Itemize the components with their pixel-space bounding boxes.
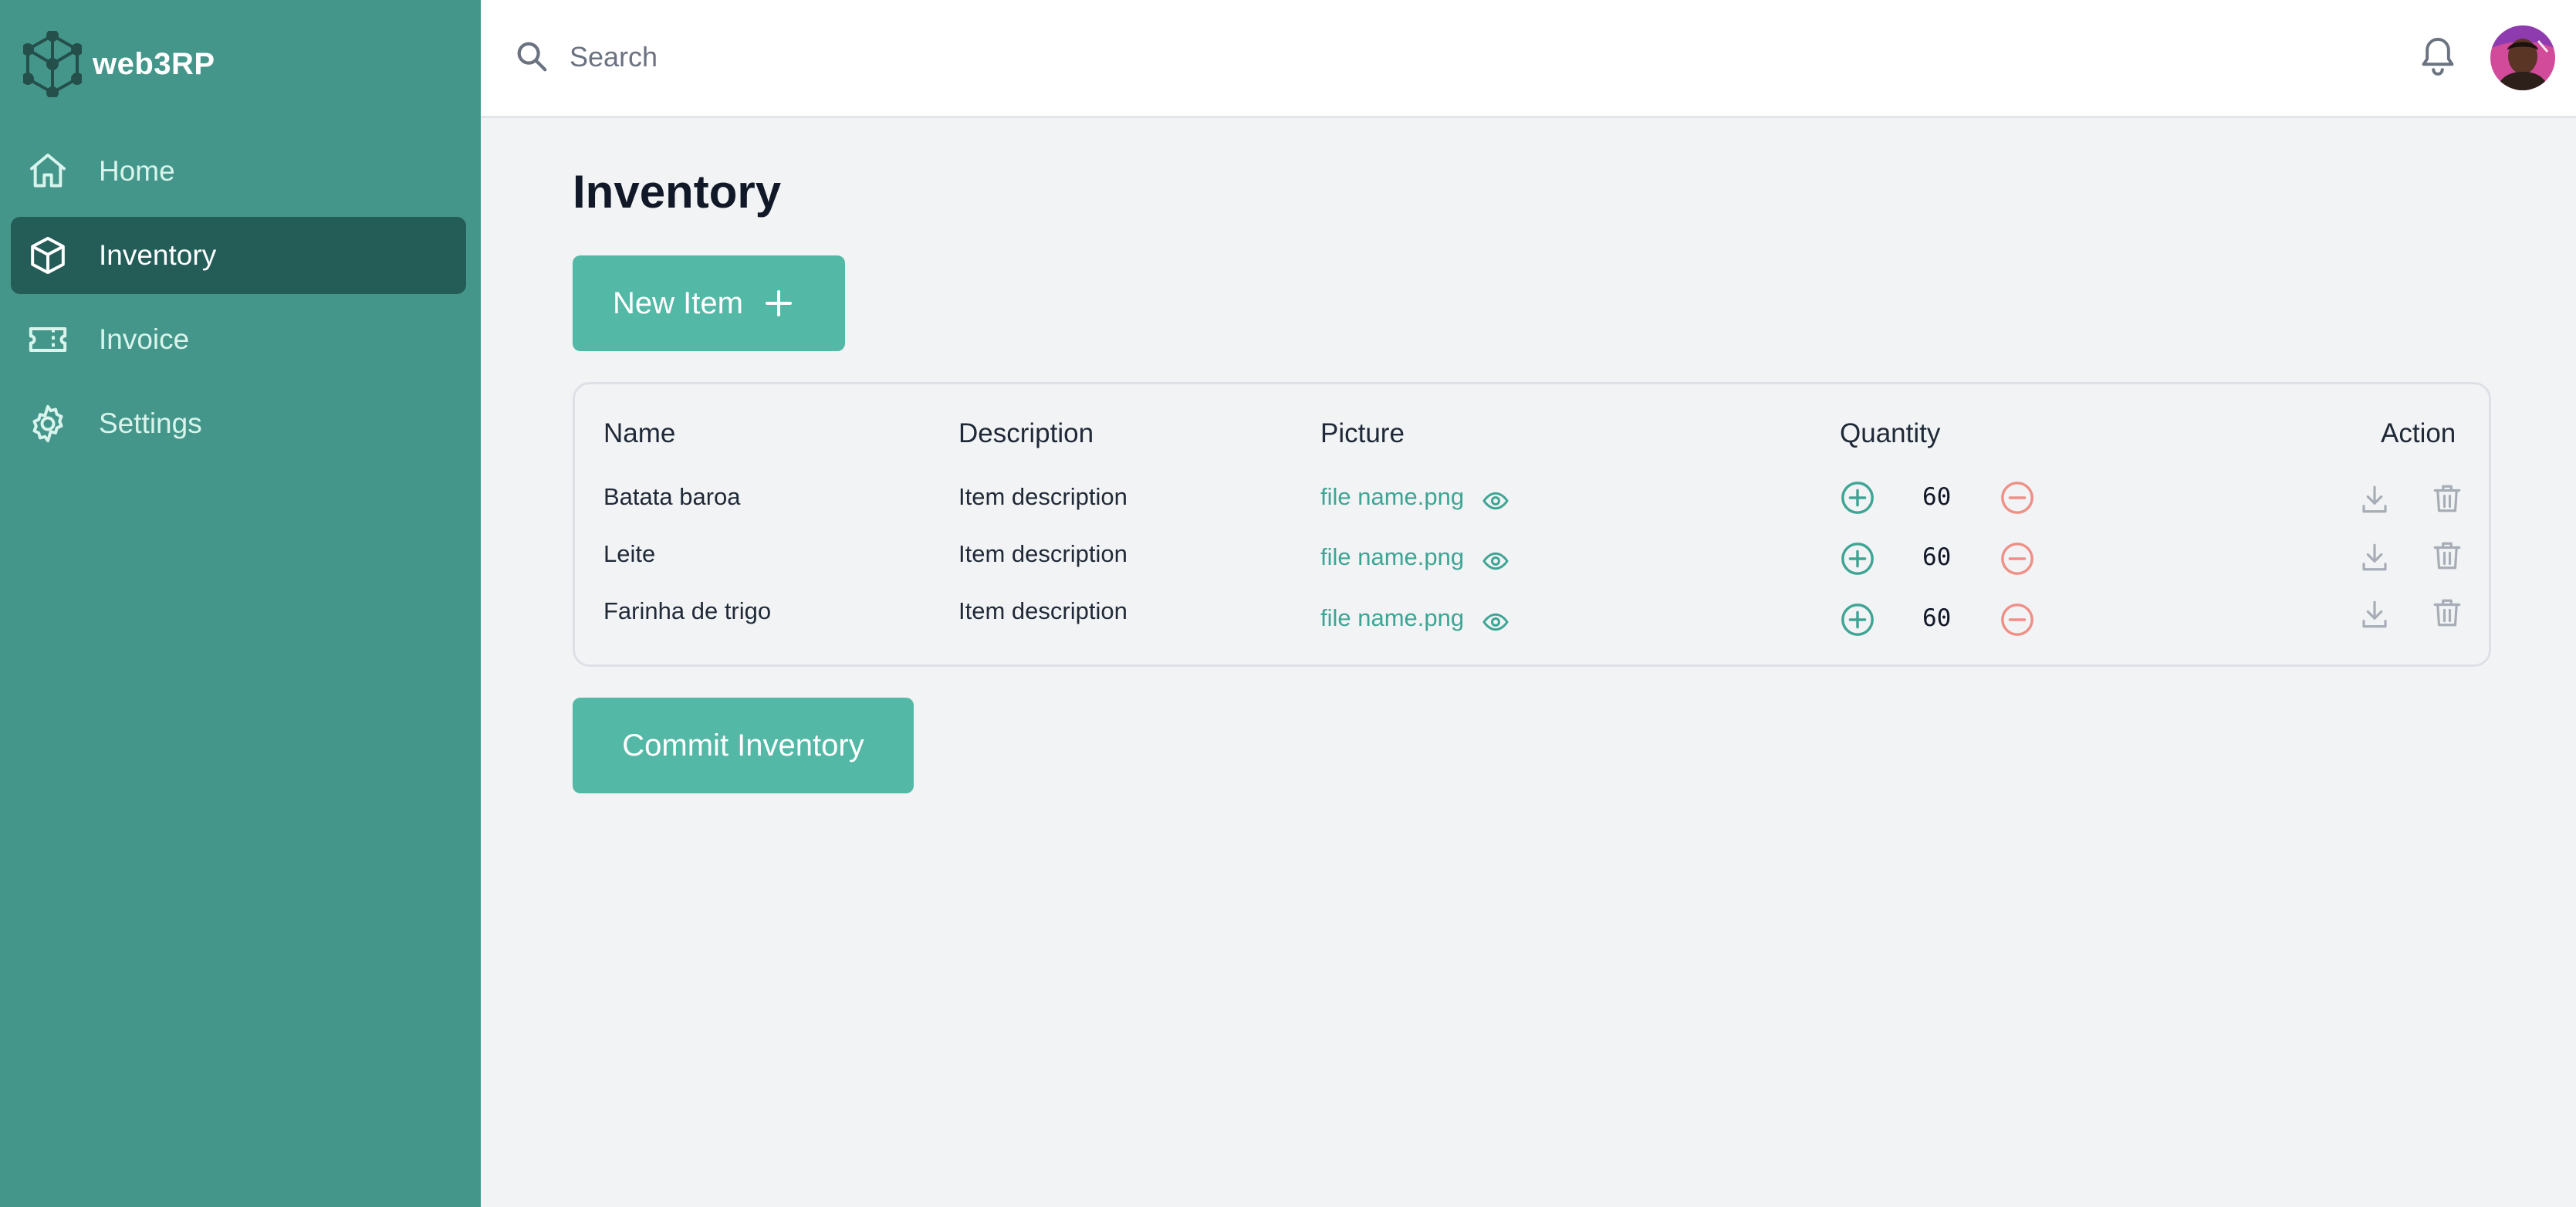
trash-icon[interactable] [2431,539,2463,572]
new-item-label: New Item [613,286,743,320]
eye-icon[interactable] [1482,547,1509,575]
decrement-icon[interactable] [2000,541,2035,576]
column-header-name: Name [603,418,676,448]
eye-icon[interactable] [1482,487,1509,515]
download-icon[interactable] [2358,483,2391,516]
item-name: Farinha de trigo [603,597,772,624]
quantity-value: 60 [1922,604,1952,632]
search-icon [517,42,547,72]
sidebar-item-home[interactable]: Home [11,133,466,210]
sidebar-nav: Home Inventory Invoice Settings [11,133,466,469]
search-input[interactable] [570,29,1264,85]
ticket-icon [29,327,67,352]
increment-icon[interactable] [1840,541,1875,576]
column-header-description: Description [958,418,1094,448]
bell-icon[interactable] [2416,34,2459,80]
picture-link[interactable]: file name.png [1320,604,1464,632]
logo-icon [23,31,82,97]
item-description: Item description [958,540,1127,567]
commit-inventory-label: Commit Inventory [622,728,864,762]
trash-icon[interactable] [2431,597,2463,629]
picture-link[interactable]: file name.png [1320,483,1464,511]
trash-icon[interactable] [2431,482,2463,515]
avatar[interactable] [2490,25,2555,90]
inventory-table: Name Description Picture Quantity Action… [573,382,2491,667]
increment-icon[interactable] [1840,602,1875,637]
column-header-action: Action [2381,418,2456,448]
column-header-quantity: Quantity [1840,418,1941,448]
sidebar-item-inventory[interactable]: Inventory [11,217,466,294]
download-icon[interactable] [2358,598,2391,631]
commit-inventory-button[interactable]: Commit Inventory [573,698,914,793]
sidebar-item-label: Inventory [99,239,217,271]
item-description: Item description [958,483,1127,510]
quantity-value: 60 [1922,483,1952,511]
sidebar-item-label: Home [99,155,175,187]
picture-link[interactable]: file name.png [1320,543,1464,571]
plus-icon [765,290,792,316]
sidebar-item-label: Settings [99,407,202,439]
download-icon[interactable] [2358,541,2391,573]
app-name: web3RP [93,46,215,81]
sidebar-item-settings[interactable]: Settings [11,385,466,462]
sidebar-item-invoice[interactable]: Invoice [11,301,466,378]
top-bar [481,0,2576,118]
home-icon [30,154,66,188]
new-item-button[interactable]: New Item [573,255,845,351]
gear-icon [32,404,63,443]
sidebar-item-label: Invoice [99,323,190,355]
page-title: Inventory [573,166,782,218]
decrement-icon[interactable] [2000,480,2035,516]
logo[interactable]: web3RP [23,31,215,97]
sidebar: web3RP Home Inventory Invoice Settings [0,0,481,1207]
increment-icon[interactable] [1840,480,1875,516]
column-header-picture: Picture [1320,418,1405,448]
quantity-value: 60 [1922,543,1952,571]
item-description: Item description [958,597,1127,624]
item-name: Batata baroa [603,483,741,510]
decrement-icon[interactable] [2000,602,2035,637]
eye-icon[interactable] [1482,608,1509,636]
item-name: Leite [603,540,656,567]
cube-icon [31,236,65,275]
